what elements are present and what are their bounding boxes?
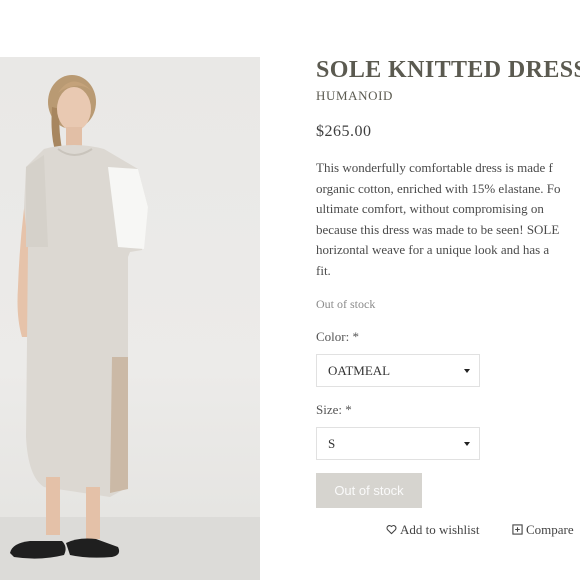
add-to-wishlist-link[interactable]: Add to wishlist xyxy=(386,522,479,539)
color-select-value: OATMEAL xyxy=(328,363,391,378)
product-title: SOLE KNITTED DRESS xyxy=(316,57,580,83)
color-label: Color: * xyxy=(316,329,359,344)
size-select[interactable]: S xyxy=(316,427,480,460)
color-select[interactable]: OATMEAL xyxy=(316,354,480,387)
stock-status: Out of stock xyxy=(316,297,376,311)
model-photo xyxy=(0,75,260,580)
description-line: organic cotton, enriched with 15% elasta… xyxy=(316,180,561,196)
caret-down-icon xyxy=(464,442,470,446)
description-line: horizontal weave for a unique look and h… xyxy=(316,242,550,258)
description-line: ultimate comfort, without compromising o… xyxy=(316,201,544,217)
product-brand[interactable]: HUMANOID xyxy=(316,88,393,104)
size-label: Size: * xyxy=(316,402,352,417)
description-line: fit. xyxy=(316,262,331,278)
description-line: This wonderfully comfortable dress is ma… xyxy=(316,160,553,175)
heart-icon xyxy=(386,523,397,539)
product-price: $265.00 xyxy=(316,123,372,140)
size-select-value: S xyxy=(328,436,336,451)
plus-square-icon xyxy=(512,523,523,539)
description-line: because this dress was made to be seen! … xyxy=(316,221,560,237)
compare-label: Compare xyxy=(526,522,574,537)
compare-link[interactable]: Compare xyxy=(512,522,574,539)
product-image[interactable] xyxy=(0,57,260,580)
wishlist-label: Add to wishlist xyxy=(400,522,480,537)
product-info: SOLE KNITTED DRESS HUMANOID $265.00 This… xyxy=(316,0,580,580)
caret-down-icon xyxy=(464,369,470,373)
product-description: This wonderfully comfortable dress is ma… xyxy=(316,158,580,282)
out-of-stock-button[interactable]: Out of stock xyxy=(316,473,422,508)
